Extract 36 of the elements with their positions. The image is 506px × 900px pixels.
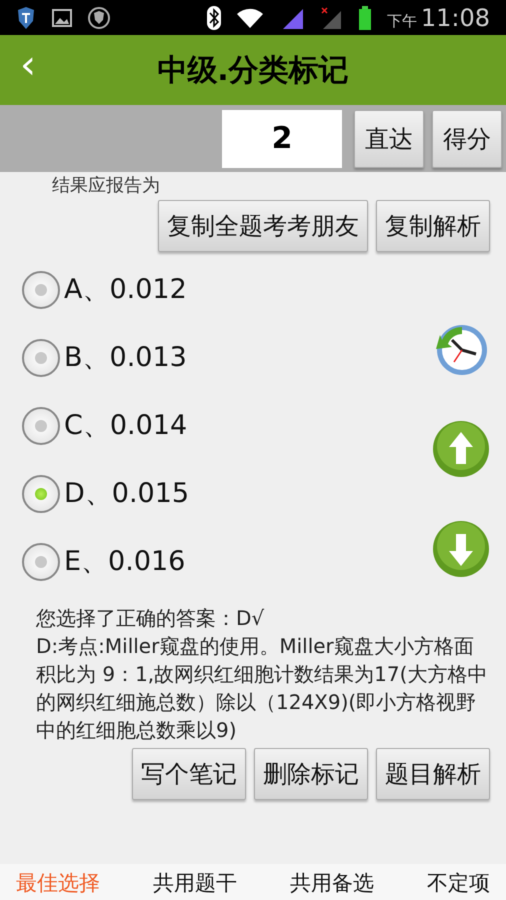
answer-option[interactable]: D、0.015 [0,460,432,528]
radio-button[interactable] [22,542,60,581]
action-button[interactable]: 写个笔记 [132,748,246,800]
score-button[interactable]: 得分 [432,110,502,168]
bluetooth-icon [206,6,221,30]
action-button[interactable]: 题目解析 [376,748,490,800]
signal-icon [320,6,343,28]
result-text: 您选择了正确的答案：D√ [35,604,266,632]
page-title: 中级.分类标记 [157,52,349,90]
wifi-icon [236,8,263,28]
question-text: 结果应报告为 [52,176,161,196]
answer-option[interactable]: A、0.012 [0,256,432,324]
go-button[interactable]: 直达 [354,110,424,168]
answer-option[interactable]: E、0.016 [0,528,432,596]
answer-option[interactable]: B、0.013 [0,324,432,392]
down-arrow-button[interactable] [432,520,490,578]
copy-button[interactable]: 复制解析 [376,200,490,252]
shield-icon [16,6,36,28]
shield-badge-icon [88,6,110,28]
answer-option[interactable]: C、0.014 [0,392,432,460]
up-arrow-button[interactable] [432,420,490,478]
radio-button[interactable] [22,270,60,309]
copy-button[interactable]: 复制全题考考朋友 [158,200,368,252]
radio-button[interactable] [22,406,60,445]
page-number-field[interactable]: 2 [222,110,342,168]
battery-icon [358,6,371,30]
clock-time: 11:08 [420,2,490,34]
action-button[interactable]: 删除标记 [254,748,368,800]
radio-button[interactable] [22,474,60,513]
bottom-tab[interactable]: 不定项 [427,868,490,900]
bottom-tab[interactable]: 共用题干 [153,868,237,900]
bottom-tab[interactable]: 共用备选 [290,868,374,900]
image-icon [52,8,72,26]
radio-button[interactable] [22,338,60,377]
explanation-text: D:考点:Miller窥盘的使用。Miller窥盘大小方格面积比为 9：1,故网织红细胞计数结果为17(大方格中的网织红细施总数）除以（124X9)(即小方格视野中的红细胞总数乘以9) [35,632,488,744]
time-period: 下午 [386,10,417,32]
